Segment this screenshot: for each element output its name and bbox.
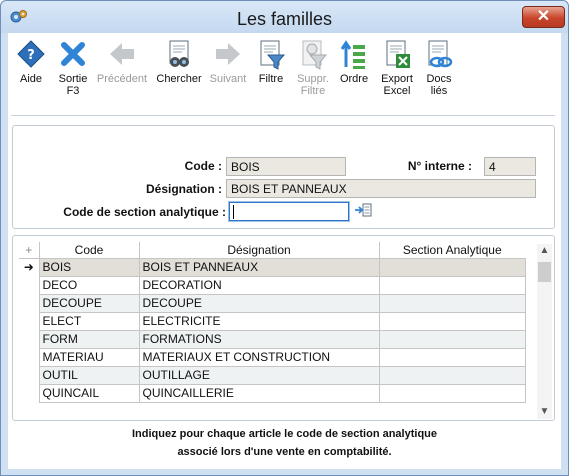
column-header-code[interactable]: Code bbox=[39, 242, 140, 259]
cell-code[interactable]: OUTIL bbox=[38, 365, 140, 385]
title-bar[interactable]: Les familles ✕ bbox=[1, 1, 568, 33]
scroll-thumb[interactable] bbox=[538, 262, 551, 282]
aide-button[interactable]: ? Aide bbox=[13, 39, 49, 85]
hint-line-2: associé lors d'une vente en comptabilité… bbox=[177, 446, 392, 458]
table-row[interactable]: OUTIL OUTILLAGE bbox=[19, 365, 526, 385]
close-button[interactable]: ✕ bbox=[522, 6, 565, 28]
section-label: Code de section analytique : bbox=[63, 205, 226, 219]
docs-label-1: Docs bbox=[426, 73, 452, 85]
vertical-scrollbar[interactable]: ▲ ▼ bbox=[537, 244, 552, 419]
cell-section[interactable] bbox=[378, 365, 526, 385]
num-interne-field[interactable]: 4 bbox=[484, 157, 536, 176]
cell-section[interactable] bbox=[378, 329, 526, 349]
aide-label: Aide bbox=[19, 73, 43, 85]
suppr-label-1: Suppr. bbox=[297, 73, 329, 85]
arrow-left-icon bbox=[110, 43, 134, 65]
suivant-label: Suivant bbox=[209, 73, 247, 85]
cell-designation[interactable]: QUINCAILLERIE bbox=[138, 383, 380, 403]
table-row[interactable]: FORM FORMATIONS bbox=[19, 329, 526, 349]
cell-section[interactable] bbox=[378, 275, 526, 295]
cell-designation[interactable]: DECORATION bbox=[138, 275, 380, 295]
column-header-section[interactable]: Section Analytique bbox=[379, 242, 525, 259]
families-table: + Code Désignation Section Analytique ➜ … bbox=[19, 242, 526, 403]
help-icon: ? bbox=[17, 40, 45, 68]
cell-code[interactable]: ELECT bbox=[38, 311, 140, 331]
linked-docs-icon bbox=[428, 40, 453, 68]
main-content: ? Aide Sortie F3 Précédent Chercher Suiv… bbox=[8, 33, 561, 469]
cell-code[interactable]: QUINCAIL bbox=[38, 383, 140, 403]
sortie-label-2: F3 bbox=[66, 85, 80, 97]
window: Les familles ✕ ? Aide Sortie F3 Précéden… bbox=[0, 0, 569, 476]
designation-label: Désignation : bbox=[145, 182, 222, 196]
sortie-label-1: Sortie bbox=[58, 73, 88, 85]
help-hint: Indiquez pour chaque article le code de … bbox=[8, 425, 561, 461]
scroll-down-icon[interactable]: ▼ bbox=[537, 405, 552, 419]
designation-field[interactable]: BOIS ET PANNEAUX bbox=[226, 179, 536, 198]
search-binoculars-icon bbox=[169, 40, 189, 67]
cell-designation[interactable]: MATERIAUX ET CONSTRUCTION bbox=[138, 347, 380, 367]
cell-designation[interactable]: DECOUPE bbox=[138, 293, 380, 313]
chercher-label: Chercher bbox=[156, 73, 202, 85]
table-row[interactable]: DECOUPE DECOUPE bbox=[19, 293, 526, 313]
cell-section[interactable] bbox=[378, 311, 526, 331]
cell-section[interactable] bbox=[378, 257, 526, 277]
num-interne-label: N° interne : bbox=[407, 159, 472, 173]
column-header-designation[interactable]: Désignation bbox=[139, 242, 380, 259]
text-caret bbox=[233, 205, 234, 219]
suppr-filtre-button[interactable]: Suppr. Filtre bbox=[296, 39, 330, 97]
suivant-button[interactable]: Suivant bbox=[206, 39, 250, 85]
code-label: Code : bbox=[184, 159, 222, 173]
cell-code[interactable]: BOIS bbox=[38, 257, 140, 277]
cell-section[interactable] bbox=[378, 383, 526, 403]
cell-designation[interactable]: BOIS ET PANNEAUX bbox=[138, 257, 380, 277]
table-row[interactable]: QUINCAIL QUINCAILLERIE bbox=[19, 383, 526, 403]
export-excel-button[interactable]: Export Excel bbox=[378, 39, 416, 97]
excel-export-icon bbox=[386, 40, 410, 68]
docs-label-2: liés bbox=[430, 85, 448, 97]
precedent-label: Précédent bbox=[96, 73, 148, 85]
filtre-button[interactable]: Filtre bbox=[256, 39, 286, 85]
code-field[interactable]: BOIS bbox=[226, 157, 346, 176]
remove-filter-icon bbox=[302, 40, 328, 70]
cell-designation[interactable]: OUTILLAGE bbox=[138, 365, 380, 385]
cell-code[interactable]: MATERIAU bbox=[38, 347, 140, 367]
scroll-up-icon[interactable]: ▲ bbox=[537, 244, 552, 258]
cell-designation[interactable]: FORMATIONS bbox=[138, 329, 380, 349]
table-row[interactable]: ➜ BOIS BOIS ET PANNEAUX bbox=[19, 257, 526, 277]
cell-designation[interactable]: ELECTRICITE bbox=[138, 311, 380, 331]
row-selected-icon: ➜ bbox=[19, 258, 39, 276]
arrow-right-icon bbox=[216, 43, 240, 65]
cell-section[interactable] bbox=[378, 293, 526, 313]
table-row[interactable]: DECO DECORATION bbox=[19, 275, 526, 295]
toolbar: ? Aide Sortie F3 Précédent Chercher Suiv… bbox=[8, 33, 561, 111]
window-title: Les familles bbox=[236, 9, 333, 29]
families-grid-panel: + Code Désignation Section Analytique ➜ … bbox=[12, 235, 555, 421]
table-row[interactable]: ELECT ELECTRICITE bbox=[19, 311, 526, 331]
ordre-button[interactable]: Ordre bbox=[338, 39, 370, 85]
cell-code[interactable]: DECOUPE bbox=[38, 293, 140, 313]
docs-lies-button[interactable]: Docs liés bbox=[422, 39, 456, 97]
sortie-button[interactable]: Sortie F3 bbox=[54, 39, 92, 97]
close-x-icon bbox=[61, 42, 85, 66]
table-row[interactable]: MATERIAU MATERIAUX ET CONSTRUCTION bbox=[19, 347, 526, 367]
hint-line-1: Indiquez pour chaque article le code de … bbox=[131, 428, 437, 440]
export-label-2: Excel bbox=[383, 85, 411, 97]
cell-section[interactable] bbox=[378, 347, 526, 367]
add-row-icon[interactable]: + bbox=[19, 242, 40, 259]
lookup-list-icon[interactable] bbox=[354, 203, 372, 217]
filtre-label: Filtre bbox=[258, 73, 284, 85]
export-label-1: Export bbox=[381, 73, 413, 85]
suppr-label-2: Filtre bbox=[300, 85, 326, 97]
svg-text:?: ? bbox=[27, 48, 35, 63]
section-analytique-input[interactable] bbox=[228, 201, 350, 222]
cell-code[interactable]: DECO bbox=[38, 275, 140, 295]
precedent-button[interactable]: Précédent bbox=[96, 39, 148, 85]
toolbar-divider bbox=[11, 115, 555, 116]
ordre-label: Ordre bbox=[339, 73, 369, 85]
sort-order-icon bbox=[340, 40, 365, 69]
filter-icon bbox=[260, 40, 286, 70]
chercher-button[interactable]: Chercher bbox=[156, 39, 202, 85]
cell-code[interactable]: FORM bbox=[38, 329, 140, 349]
